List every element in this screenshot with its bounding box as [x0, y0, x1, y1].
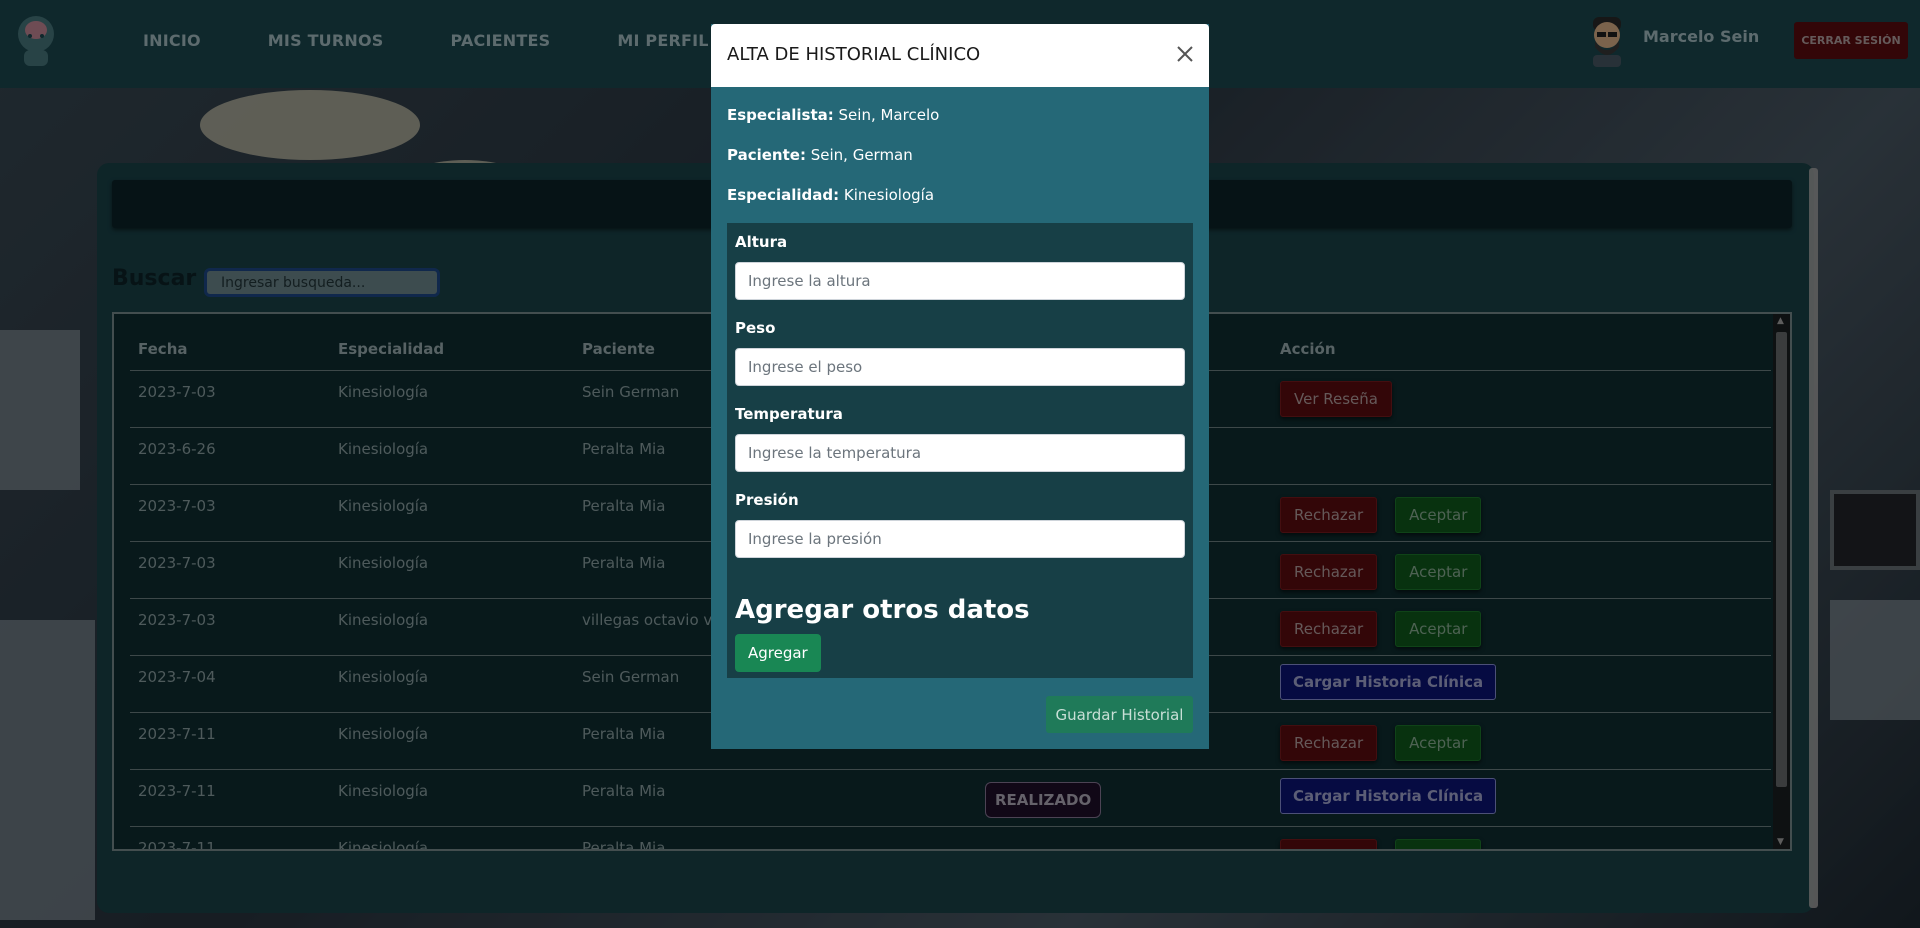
temperatura-input[interactable]: [735, 434, 1185, 472]
extra-data-title: Agregar otros datos: [735, 595, 1030, 625]
especialista-label: Especialista:: [727, 106, 834, 124]
temperatura-label: Temperatura: [735, 405, 843, 423]
history-form: Altura Peso Temperatura Presión Agregar …: [727, 223, 1193, 678]
altura-label: Altura: [735, 233, 788, 251]
save-history-button[interactable]: Guardar Historial: [1046, 696, 1193, 733]
especialidad-value: Kinesiología: [843, 186, 935, 204]
close-icon[interactable]: [1173, 42, 1197, 66]
paciente-line: Paciente: Sein, German: [727, 146, 913, 164]
especialista-line: Especialista: Sein, Marcelo: [727, 106, 939, 124]
modal-title: ALTA DE HISTORIAL CLÍNICO: [727, 44, 981, 65]
add-data-button[interactable]: Agregar: [735, 634, 821, 672]
especialista-value: Sein, Marcelo: [838, 106, 940, 124]
peso-input[interactable]: [735, 348, 1185, 386]
paciente-label: Paciente:: [727, 146, 806, 164]
altura-input[interactable]: [735, 262, 1185, 300]
especialidad-label: Especialidad:: [727, 186, 840, 204]
paciente-value: Sein, German: [810, 146, 913, 164]
presion-label: Presión: [735, 491, 799, 509]
peso-label: Peso: [735, 319, 776, 337]
history-modal: ALTA DE HISTORIAL CLÍNICO Especialista: …: [711, 24, 1209, 749]
especialidad-line: Especialidad: Kinesiología: [727, 186, 934, 204]
presion-input[interactable]: [735, 520, 1185, 558]
modal-header: ALTA DE HISTORIAL CLÍNICO: [711, 24, 1209, 87]
